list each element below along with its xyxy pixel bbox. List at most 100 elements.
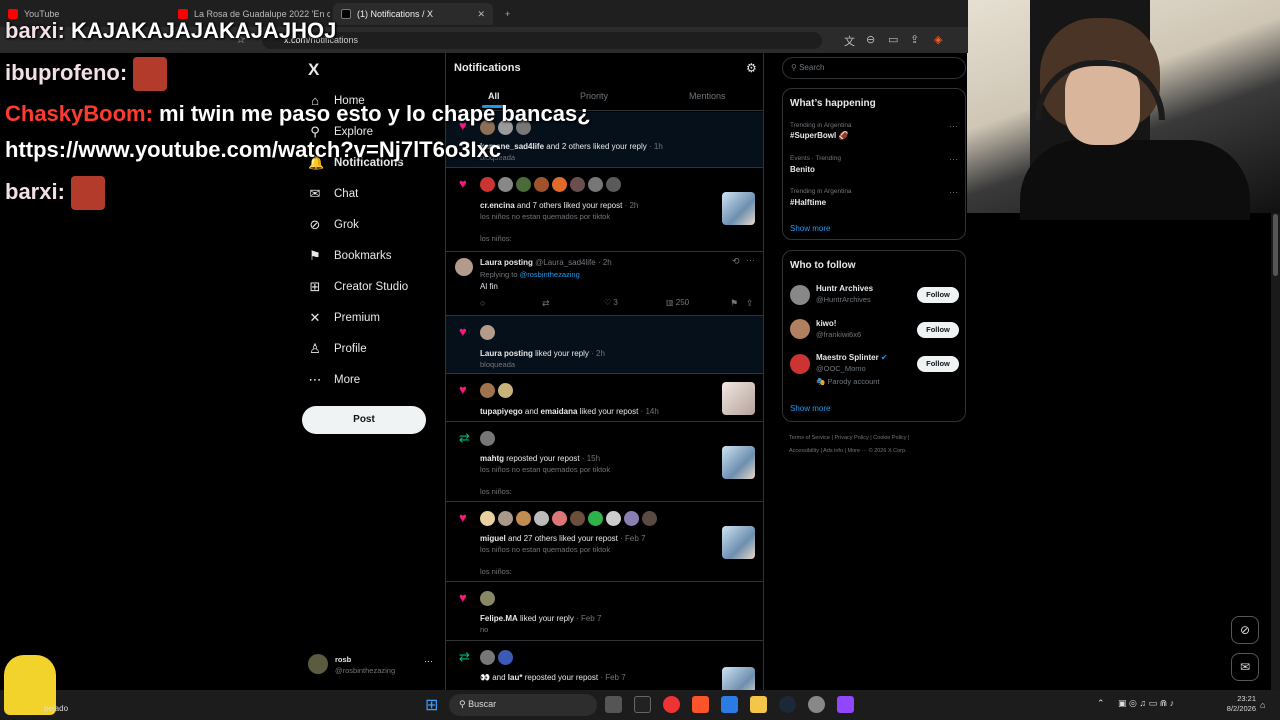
new-tab-button[interactable]: + xyxy=(497,3,517,25)
follow-suggestion-name[interactable]: kiwo! xyxy=(816,319,836,328)
footer-link[interactable]: Privacy Policy xyxy=(834,435,868,441)
share-icon[interactable]: ⇪ xyxy=(910,33,919,46)
nav-item-chat[interactable]: ✉ Chat xyxy=(308,186,359,202)
zoom-icon[interactable]: ⊖ xyxy=(866,33,875,46)
close-tab-icon[interactable]: ✕ xyxy=(477,9,485,20)
nav-item-bookmarks[interactable]: ⚑ Bookmarks xyxy=(308,248,391,264)
nav-item-premium[interactable]: ✕ Premium xyxy=(308,310,380,326)
footer-link[interactable]: Terms of Service xyxy=(789,435,830,441)
verified-badge-icon: ✔ xyxy=(880,353,888,362)
notification-item[interactable]: ♥ tupapiyego and emaidana liked your rep… xyxy=(446,374,763,422)
notification-sub: los niños no estan quemados por tiktok xyxy=(480,545,611,554)
nav-item-more[interactable]: ⋯ More xyxy=(308,372,361,388)
grok-icon[interactable]: ⟲ xyxy=(732,256,740,267)
follow-button[interactable]: Follow xyxy=(917,356,959,372)
notification-item[interactable]: ♥ Laura posting liked your reply · 2h bl… xyxy=(446,316,763,374)
x-logo[interactable]: X xyxy=(308,60,319,80)
task-view-icon[interactable] xyxy=(605,696,622,713)
chat-username: ChaskyBoom: xyxy=(5,101,153,126)
section-title: Who to follow xyxy=(790,260,856,271)
post-thumbnail[interactable] xyxy=(722,192,755,225)
brave-shield-icon[interactable]: ◈ xyxy=(934,33,942,46)
follow-button[interactable]: Follow xyxy=(917,287,959,303)
account-switcher[interactable]: rosb @rosbinthezazing ··· xyxy=(308,654,438,678)
tab-mentions[interactable]: Mentions xyxy=(689,91,726,101)
trend-meta: Trending in Argentina xyxy=(790,122,852,129)
app-icon[interactable] xyxy=(808,696,825,713)
avatar[interactable] xyxy=(790,285,810,305)
reply-body: Al fin xyxy=(480,282,498,291)
trend-item[interactable]: #SuperBowl 🏈 xyxy=(790,131,848,140)
footer-link[interactable]: Cookie Policy xyxy=(873,435,906,441)
file-explorer-icon[interactable] xyxy=(750,696,767,713)
brave-icon[interactable] xyxy=(692,696,709,713)
chat-username: barxi: xyxy=(5,18,65,43)
more-dots-icon[interactable]: ··· xyxy=(949,121,958,131)
notification-item[interactable]: ♥ miguel and 27 others liked your repost… xyxy=(446,502,763,582)
bookmark-icon[interactable]: ⚑ xyxy=(730,298,738,309)
address-bar[interactable]: x.com/notifications xyxy=(262,32,822,49)
app-icon[interactable] xyxy=(837,696,854,713)
taskbar-search[interactable]: ⚲ Buscar xyxy=(449,694,597,716)
avatar xyxy=(455,258,473,276)
taskbar-clock[interactable]: 23:21 8/2/2026 xyxy=(1216,694,1256,714)
chat-emote-icon xyxy=(71,176,106,210)
chrome-icon[interactable] xyxy=(663,696,680,713)
avatar[interactable] xyxy=(790,319,810,339)
notification-sub: los niños no estan quemados por tiktok xyxy=(480,212,611,221)
like-button[interactable]: ♡ 3 xyxy=(604,298,618,307)
post-thumbnail[interactable] xyxy=(722,382,755,415)
show-more-link[interactable]: Show more xyxy=(790,224,830,233)
cast-icon[interactable]: ▭ xyxy=(888,33,898,46)
tab-priority[interactable]: Priority xyxy=(580,91,608,101)
store-icon[interactable] xyxy=(721,696,738,713)
more-dots-icon[interactable]: ··· xyxy=(746,255,755,265)
post-thumbnail[interactable] xyxy=(722,446,755,479)
repost-icon[interactable]: ⇄ xyxy=(542,298,550,309)
messages-icon[interactable]: ✉ xyxy=(1231,653,1259,681)
trend-item[interactable]: #Halftime xyxy=(790,198,826,207)
nav-item-grok[interactable]: ⊘ Grok xyxy=(308,217,359,233)
footer-link[interactable]: More ··· xyxy=(848,448,868,454)
heart-icon: ♥ xyxy=(459,382,467,397)
follow-suggestion-name[interactable]: Maestro Splinter ✔ xyxy=(816,353,888,362)
epic-games-icon[interactable] xyxy=(634,696,651,713)
trend-item[interactable]: Benito xyxy=(790,165,815,174)
nav-item-creator-studio[interactable]: ⊞ Creator Studio xyxy=(308,279,409,295)
reply-post[interactable]: Laura posting @Laura_sad4life · 2h Reply… xyxy=(446,252,763,316)
scrollbar[interactable] xyxy=(1271,213,1280,693)
show-more-link[interactable]: Show more xyxy=(790,404,830,413)
notification-item[interactable]: ♥ Felipe.MA liked your reply · Feb 7 no xyxy=(446,582,763,641)
post-button[interactable]: Post xyxy=(302,406,426,434)
follow-suggestion-name[interactable]: Huntr Archives xyxy=(816,284,873,293)
section-title: What’s happening xyxy=(790,98,876,109)
browser-tab-notifications[interactable]: (1) Notifications / X ✕ xyxy=(333,3,493,25)
post-thumbnail[interactable] xyxy=(722,526,755,559)
avatar[interactable] xyxy=(790,354,810,374)
more-dots-icon[interactable]: ··· xyxy=(949,154,958,164)
nav-item-label: Chat xyxy=(334,188,359,200)
tab-all[interactable]: All xyxy=(482,91,505,108)
settings-gear-icon[interactable]: ⚙ xyxy=(746,61,757,75)
share-icon[interactable]: ⇪ xyxy=(746,298,754,309)
chat-message: barxi: xyxy=(5,176,106,210)
tray-chevron-icon[interactable]: ⌃ xyxy=(1097,698,1105,709)
notification-item[interactable]: ♥ cr.encina and 7 others liked your repo… xyxy=(446,168,763,252)
steam-icon[interactable] xyxy=(779,696,796,713)
tray-icons[interactable]: ▣ ◎ ♫ ▭ ⋒ ♪ xyxy=(1118,698,1174,709)
footer-link[interactable]: Accessibility xyxy=(789,448,819,454)
notification-center-icon[interactable]: ⌂ xyxy=(1260,700,1265,710)
nav-item-profile[interactable]: ♙ Profile xyxy=(308,341,366,357)
grok-icon[interactable]: ⊘ xyxy=(1231,616,1259,644)
whats-happening-card: What’s happening Trending in Argentina #… xyxy=(782,88,966,240)
windows-start-icon[interactable]: ⊞ xyxy=(425,695,438,715)
follow-button[interactable]: Follow xyxy=(917,322,959,338)
search-input[interactable]: ⚲ Search xyxy=(782,57,966,79)
notification-item[interactable]: ⇄ mahtg reposted your repost · 15h los n… xyxy=(446,422,763,502)
more-dots-icon[interactable]: ··· xyxy=(949,187,958,197)
footer-link[interactable]: Ads info xyxy=(823,448,843,454)
reply-icon[interactable]: ○ xyxy=(480,298,485,308)
scrollbar-thumb[interactable] xyxy=(1273,214,1278,276)
translate-icon[interactable]: 文 xyxy=(844,33,855,49)
views-count[interactable]: ▥ 250 xyxy=(666,298,689,307)
